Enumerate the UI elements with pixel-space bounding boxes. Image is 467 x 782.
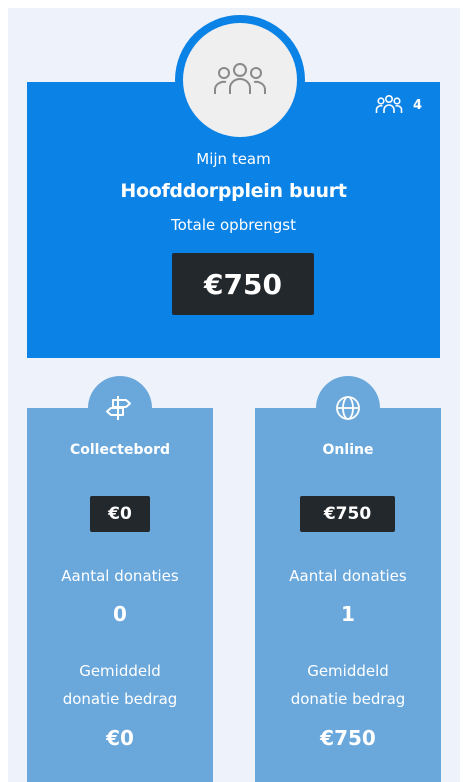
team-name: Hoofddorpplein buurt xyxy=(120,180,347,202)
collectebord-title: Collectebord xyxy=(69,442,171,458)
team-member-count: 4 xyxy=(375,94,422,116)
globe-icon xyxy=(336,396,360,420)
signpost-icon xyxy=(106,396,131,420)
online-donations-label: Aantal donaties xyxy=(289,567,407,585)
total-revenue-value: €750 xyxy=(172,253,314,315)
online-avg-label-2: donatie bedrag xyxy=(290,690,406,708)
online-icon-ring xyxy=(316,376,380,440)
total-revenue-label: Totale opbrengst xyxy=(170,216,297,234)
online-avg-label-1: Gemiddeld xyxy=(307,662,389,680)
team-label: Mijn team xyxy=(196,150,271,168)
collectebord-total: €0 xyxy=(90,496,150,532)
group-icon xyxy=(214,63,266,94)
team-avatar xyxy=(183,23,297,137)
collectebord-donations-label: Aantal donaties xyxy=(61,567,179,585)
online-donations-value: 1 xyxy=(341,602,355,626)
collectebord-avg-label-2: donatie bedrag xyxy=(62,690,178,708)
collectebord-icon-ring xyxy=(88,376,152,440)
online-avg-value: €750 xyxy=(320,726,376,750)
online-title: Online xyxy=(322,442,374,458)
online-total: €750 xyxy=(300,496,395,532)
member-count-value: 4 xyxy=(413,97,423,113)
collectebord-avg-label-1: Gemiddeld xyxy=(79,662,161,680)
group-icon xyxy=(375,94,403,113)
collectebord-avg-value: €0 xyxy=(106,726,134,750)
collectebord-donations-value: 0 xyxy=(113,602,127,626)
